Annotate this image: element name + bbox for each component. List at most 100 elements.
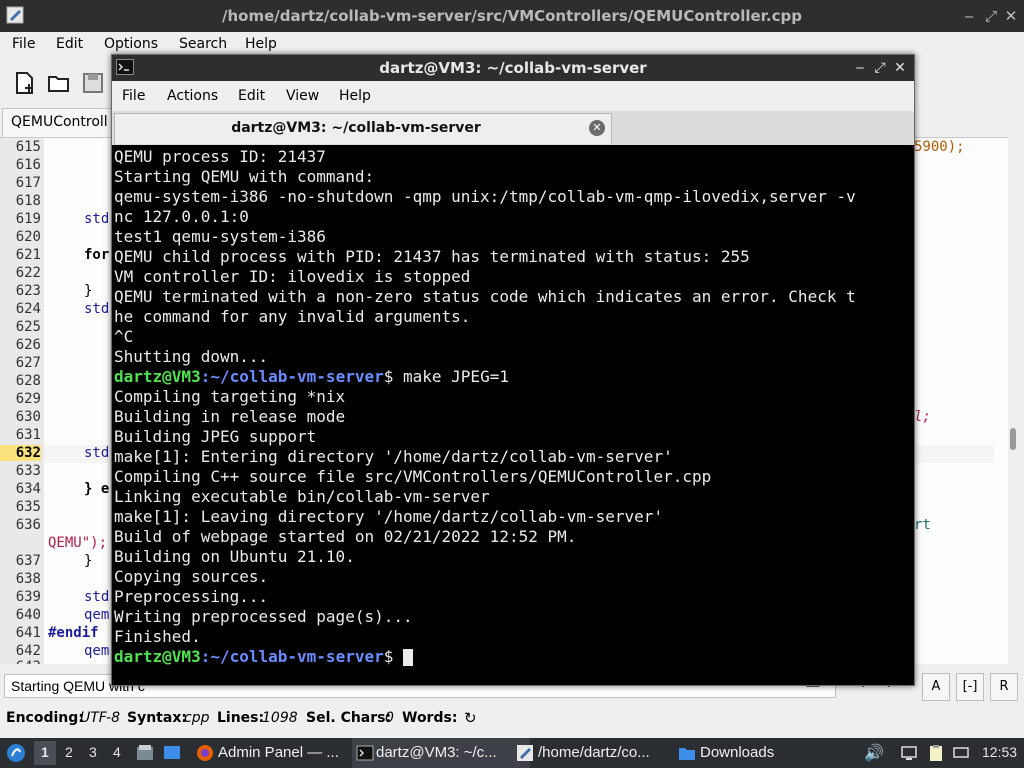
terminal-line: ^C bbox=[114, 327, 134, 346]
workspace-2[interactable]: 2 bbox=[65, 744, 73, 760]
line-number: 642 bbox=[15, 643, 41, 659]
prompt-user: dartz@VM3 bbox=[114, 647, 201, 666]
maximize-icon[interactable]: ⤢ bbox=[870, 57, 890, 79]
syntax-label: Syntax: bbox=[127, 710, 187, 726]
terminal-scrollbar[interactable] bbox=[886, 145, 912, 683]
open-folder-icon[interactable] bbox=[46, 70, 72, 96]
line-number: 636 bbox=[15, 517, 41, 533]
match-case-button[interactable]: A bbox=[922, 673, 950, 701]
maximize-icon[interactable]: ⤢ bbox=[980, 5, 1002, 27]
code-text: } bbox=[84, 553, 93, 569]
task-editor[interactable]: /home/dartz/co... bbox=[514, 738, 696, 768]
terminal-tab[interactable]: dartz@VM3: ~/collab-vm-server ✕ bbox=[114, 113, 612, 144]
line-number: 639 bbox=[15, 589, 41, 605]
editor-scrollbar-thumb[interactable] bbox=[1010, 428, 1016, 450]
start-menu-icon[interactable] bbox=[6, 743, 26, 763]
task-downloads[interactable]: Downloads bbox=[676, 738, 830, 768]
task-firefox[interactable]: Admin Panel — ... bbox=[194, 738, 372, 768]
terminal-window-title: dartz@VM3: ~/collab-vm-server bbox=[379, 59, 647, 77]
firefox-icon bbox=[197, 745, 213, 761]
close-icon[interactable]: ✕ bbox=[1000, 5, 1022, 27]
line-number: 626 bbox=[15, 337, 41, 353]
code-text: } e bbox=[84, 481, 110, 497]
menu-edit[interactable]: Edit bbox=[56, 36, 83, 52]
line-number: 616 bbox=[15, 157, 41, 173]
menu-file[interactable]: File bbox=[12, 36, 35, 52]
terminal-cursor bbox=[403, 649, 413, 666]
save-icon[interactable] bbox=[80, 70, 106, 96]
regex-button[interactable]: R bbox=[990, 673, 1018, 701]
desktop-icon[interactable] bbox=[163, 744, 181, 762]
terminal-tab-label: dartz@VM3: ~/collab-vm-server bbox=[231, 120, 481, 136]
menu-help[interactable]: Help bbox=[339, 88, 371, 104]
whole-word-button[interactable]: [-] bbox=[956, 673, 984, 701]
terminal-icon bbox=[356, 745, 374, 761]
menu-edit[interactable]: Edit bbox=[238, 88, 265, 104]
terminal-line: Linking executable bin/collab-vm-server bbox=[114, 487, 490, 506]
code-text: rt bbox=[914, 517, 931, 533]
screen-icon[interactable] bbox=[952, 744, 970, 762]
close-icon[interactable]: ✕ bbox=[890, 57, 910, 79]
menu-search[interactable]: Search bbox=[179, 36, 227, 52]
line-number: 617 bbox=[15, 175, 41, 191]
selchars-value: 0 bbox=[385, 710, 394, 726]
menu-actions[interactable]: Actions bbox=[167, 88, 218, 104]
clipboard-icon[interactable] bbox=[927, 744, 945, 762]
workspace-4[interactable]: 4 bbox=[113, 744, 121, 760]
refresh-word-count-icon[interactable]: ↻ bbox=[464, 709, 477, 727]
encoding-value: UTF-8 bbox=[80, 710, 121, 726]
code-text: std bbox=[84, 445, 110, 461]
terminal-prompt-line: dartz@VM3:~/collab-vm-server$ bbox=[114, 647, 886, 667]
workspace-1[interactable]: 1 bbox=[41, 744, 49, 760]
menu-file[interactable]: File bbox=[122, 88, 145, 104]
line-number: 637 bbox=[15, 553, 41, 569]
minimize-icon[interactable]: ‒ bbox=[958, 5, 980, 27]
clock: 12:53 bbox=[982, 744, 1018, 760]
line-number: 620 bbox=[15, 229, 41, 245]
terminal-line: make[1]: Entering directory '/home/dartz… bbox=[114, 447, 673, 466]
code-text: #endif bbox=[48, 625, 99, 641]
words-label: Words: bbox=[402, 710, 458, 726]
terminal-line: Building on Ubuntu 21.10. bbox=[114, 547, 355, 566]
prompt-command: $ make JPEG=1 bbox=[383, 367, 509, 386]
volume-icon[interactable]: 🔊 bbox=[864, 743, 884, 763]
task-label: /home/dartz/co... bbox=[538, 744, 650, 761]
current-line-number: 632 bbox=[0, 445, 41, 461]
terminal-line: make[1]: Leaving directory '/home/dartz/… bbox=[114, 507, 664, 526]
menu-options[interactable]: Options bbox=[104, 36, 158, 52]
terminal-line: Copying sources. bbox=[114, 567, 269, 586]
new-file-icon[interactable] bbox=[12, 70, 38, 96]
terminal-line: Compiling targeting *nix bbox=[114, 387, 346, 406]
terminal-line: Starting QEMU with command: bbox=[114, 167, 375, 186]
terminal-line: Writing preprocessed page(s)... bbox=[114, 607, 413, 626]
line-number: 624 bbox=[15, 301, 41, 317]
tab-close-icon[interactable]: ✕ bbox=[589, 120, 605, 136]
menu-help[interactable]: Help bbox=[245, 36, 277, 52]
prompt-path: :~/collab-vm-server bbox=[200, 367, 384, 386]
line-number: 619 bbox=[15, 211, 41, 227]
workspace-3[interactable]: 3 bbox=[89, 744, 97, 760]
encoding-label: Encoding: bbox=[6, 710, 84, 726]
line-number: 634 bbox=[15, 481, 41, 497]
terminal-window: dartz@VM3: ~/collab-vm-server ‒ ⤢ ✕ File… bbox=[111, 54, 915, 686]
editor-scrollbar[interactable] bbox=[1008, 137, 1024, 663]
menu-view[interactable]: View bbox=[286, 88, 319, 104]
terminal-line: VM controller ID: ilovedix is stopped bbox=[114, 267, 471, 286]
terminal-titlebar[interactable]: dartz@VM3: ~/collab-vm-server ‒ ⤢ ✕ bbox=[112, 55, 914, 81]
terminal-line: QEMU terminated with a non-zero status c… bbox=[114, 287, 856, 306]
code-text: std bbox=[84, 301, 110, 317]
file-manager-launcher-icon[interactable] bbox=[136, 744, 154, 762]
code-text: qem bbox=[84, 643, 110, 659]
prompt-command: $ bbox=[383, 647, 403, 666]
network-icon[interactable] bbox=[900, 744, 918, 762]
folder-icon bbox=[679, 748, 695, 760]
terminal-tabbar: dartz@VM3: ~/collab-vm-server ✕ bbox=[112, 111, 914, 145]
terminal-output[interactable]: QEMU process ID: 21437 Starting QEMU wit… bbox=[114, 145, 886, 683]
line-number: 631 bbox=[15, 427, 41, 443]
terminal-line: Finished. bbox=[114, 627, 201, 646]
task-terminal[interactable]: dartz@VM3: ~/c... bbox=[352, 738, 530, 768]
editor-titlebar[interactable]: /home/dartz/collab-vm-server/src/VMContr… bbox=[0, 0, 1024, 32]
minimize-icon[interactable]: ‒ bbox=[850, 57, 870, 79]
selchars-label: Sel. Chars: bbox=[306, 710, 392, 726]
terminal-line: nc 127.0.0.1:0 bbox=[114, 207, 249, 226]
